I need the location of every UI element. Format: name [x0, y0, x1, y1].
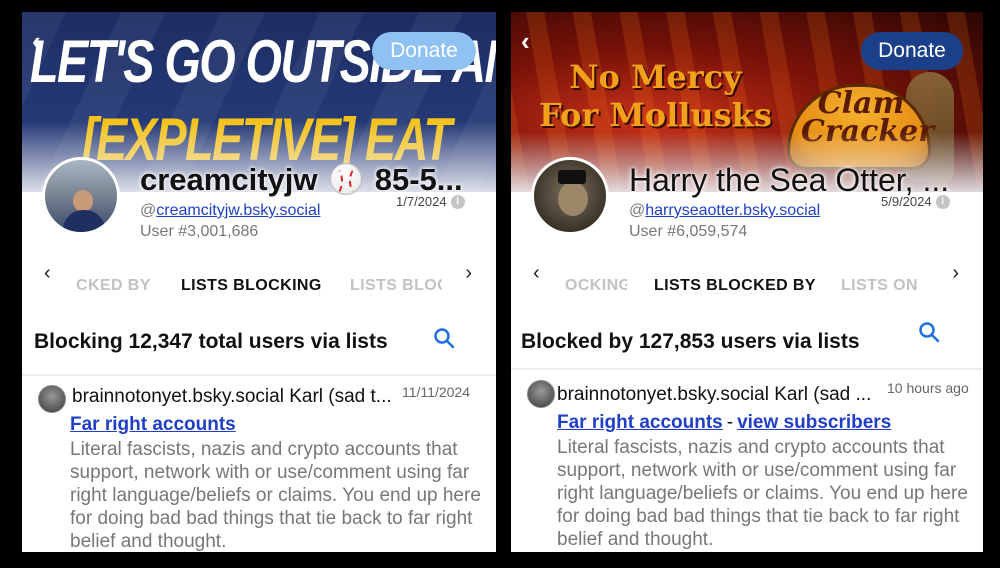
- chevron-right-icon[interactable]: ›: [952, 262, 959, 285]
- item-avatar[interactable]: [527, 380, 555, 408]
- info-icon[interactable]: i: [450, 194, 465, 209]
- tab-lists-blocking[interactable]: LISTS BLOCKING: [181, 277, 322, 295]
- avatar[interactable]: [531, 157, 609, 235]
- donate-button[interactable]: Donate: [372, 32, 476, 70]
- tab-lists-on[interactable]: LISTS ON: [841, 277, 918, 294]
- tab-bar: ‹ CKED BY LISTS BLOCKING LISTS BLOC ›: [22, 262, 496, 308]
- list-description: Literal fascists, nazis and crypto accou…: [557, 437, 968, 550]
- list-author[interactable]: brainnotonyet.bsky.social Karl (sad ...: [557, 384, 871, 406]
- user-number: User #3,001,686: [140, 223, 259, 240]
- search-icon[interactable]: [432, 326, 456, 350]
- list-timestamp: 10 hours ago: [887, 380, 969, 396]
- tab-lists-blocked[interactable]: LISTS BLOC: [350, 277, 442, 294]
- divider: [22, 374, 496, 376]
- link-separator: -: [726, 412, 734, 433]
- divider: [511, 368, 983, 370]
- back-arrow-icon[interactable]: ‹: [32, 28, 56, 54]
- list-item[interactable]: brainnotonyet.bsky.social Karl (sad ... …: [511, 374, 983, 552]
- block-summary: Blocked by 127,853 users via lists: [521, 330, 860, 353]
- user-number: User #6,059,574: [629, 223, 748, 240]
- profile-date: 1/7/2024 i: [396, 194, 465, 209]
- list-description: Literal fascists, nazis and crypto accou…: [70, 439, 481, 552]
- chevron-right-icon[interactable]: ›: [465, 262, 472, 285]
- tab-lists-blocked-by[interactable]: LISTS BLOCKED BY: [654, 277, 816, 295]
- list-link-far-right-accounts[interactable]: Far right accounts: [70, 414, 236, 435]
- baseball-icon: [330, 163, 363, 195]
- avatar[interactable]: [42, 157, 120, 235]
- profile-date: 5/9/2024 i: [881, 194, 950, 209]
- info-icon[interactable]: i: [935, 194, 950, 209]
- item-avatar[interactable]: [38, 385, 66, 413]
- chevron-left-icon[interactable]: ‹: [533, 262, 540, 285]
- search-icon[interactable]: [917, 320, 941, 344]
- list-timestamp: 11/11/2024: [402, 384, 470, 400]
- profile-handle: @harryseaotter.bsky.social: [629, 202, 821, 219]
- profile-panel-left: LET'S GO OUTSIDE AND [EXPLETIVE] EAT ‹ D…: [22, 12, 496, 552]
- profile-panel-right: No Mercy For Mollusks Clam Cracker ‹ Don…: [511, 12, 983, 552]
- tab-bar: ‹ OCKING LISTS BLOCKED BY LISTS ON ›: [511, 262, 983, 308]
- back-arrow-icon[interactable]: ‹: [521, 28, 545, 54]
- banner-text: No Mercy For Mollusks: [539, 58, 772, 134]
- chevron-left-icon[interactable]: ‹: [44, 262, 51, 285]
- list-link-far-right-accounts[interactable]: Far right accounts: [557, 412, 723, 433]
- handle-link[interactable]: harryseaotter.bsky.social: [645, 202, 820, 219]
- tab-blocked-by[interactable]: CKED BY: [76, 277, 151, 294]
- handle-link[interactable]: creamcityjw.bsky.social: [156, 202, 320, 219]
- donate-button[interactable]: Donate: [861, 32, 963, 70]
- profile-handle: @creamcityjw.bsky.social: [140, 202, 321, 219]
- view-subscribers-link[interactable]: view subscribers: [737, 412, 891, 433]
- tab-lists-blocking[interactable]: OCKING: [565, 277, 627, 294]
- display-name: creamcityjw 85-5...: [140, 162, 463, 197]
- list-author[interactable]: brainnotonyet.bsky.social Karl (sad t...: [72, 386, 392, 408]
- block-summary: Blocking 12,347 total users via lists: [34, 330, 388, 353]
- list-item[interactable]: brainnotonyet.bsky.social Karl (sad t...…: [22, 380, 496, 552]
